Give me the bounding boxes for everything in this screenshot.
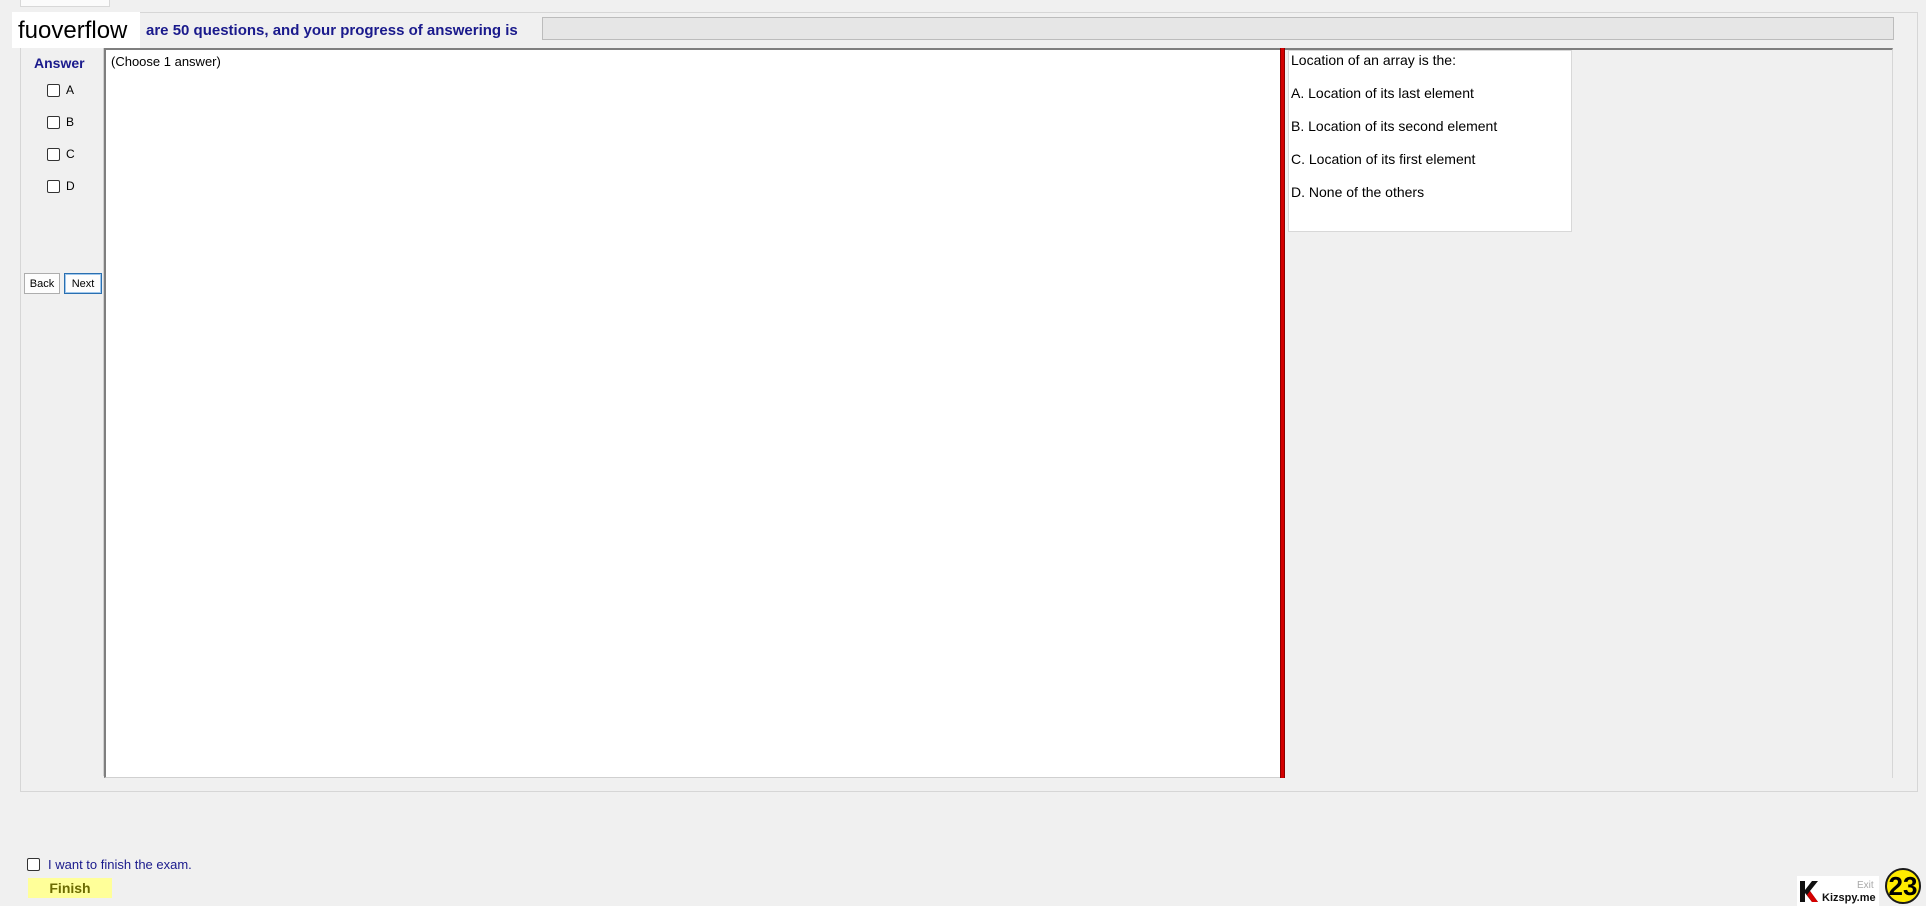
finish-checkbox[interactable]	[27, 858, 40, 871]
question-option-d: D. None of the others	[1291, 184, 1425, 200]
progress-bar	[542, 17, 1894, 40]
finish-checkbox-label: I want to finish the exam.	[48, 857, 192, 872]
question-option-a: A. Location of its last element	[1291, 85, 1474, 101]
brand-site: Kizspy.me	[1822, 892, 1876, 904]
answer-area	[104, 48, 1282, 778]
checkbox-c[interactable]	[47, 147, 60, 161]
answer-option-a[interactable]: A	[47, 81, 74, 99]
kizspy-logo-icon	[1800, 881, 1818, 902]
window-tab	[20, 0, 110, 7]
question-box	[1288, 50, 1572, 232]
answer-letter-b: B	[66, 115, 75, 129]
watermark-text: fuoverflow	[18, 17, 128, 44]
answer-letter-c: C	[66, 147, 75, 161]
finish-button[interactable]: Finish	[28, 878, 112, 898]
answer-option-b[interactable]: B	[47, 113, 74, 131]
choose-instruction: (Choose 1 answer)	[111, 54, 221, 69]
finish-checkbox-row[interactable]: I want to finish the exam.	[27, 857, 192, 872]
answer-option-d[interactable]: D	[47, 177, 75, 195]
answer-option-c[interactable]: C	[47, 145, 75, 163]
checkbox-a[interactable]	[47, 83, 60, 97]
checkbox-d[interactable]	[47, 179, 60, 193]
answer-letter-a: A	[66, 83, 75, 97]
question-option-c: C. Location of its first element	[1291, 151, 1476, 167]
next-button[interactable]: Next	[64, 273, 102, 294]
progress-label: are 50 questions, and your progress of a…	[146, 22, 518, 39]
answer-letter-d: D	[66, 179, 75, 193]
question-option-b: B. Location of its second element	[1291, 118, 1498, 134]
answer-title: Answer	[34, 55, 85, 71]
exit-button[interactable]: Exit	[1857, 880, 1874, 891]
counter-badge: 23	[1885, 868, 1921, 904]
back-button[interactable]: Back	[24, 273, 60, 294]
question-stem: Location of an array is the:	[1291, 52, 1456, 68]
checkbox-b[interactable]	[47, 115, 60, 129]
